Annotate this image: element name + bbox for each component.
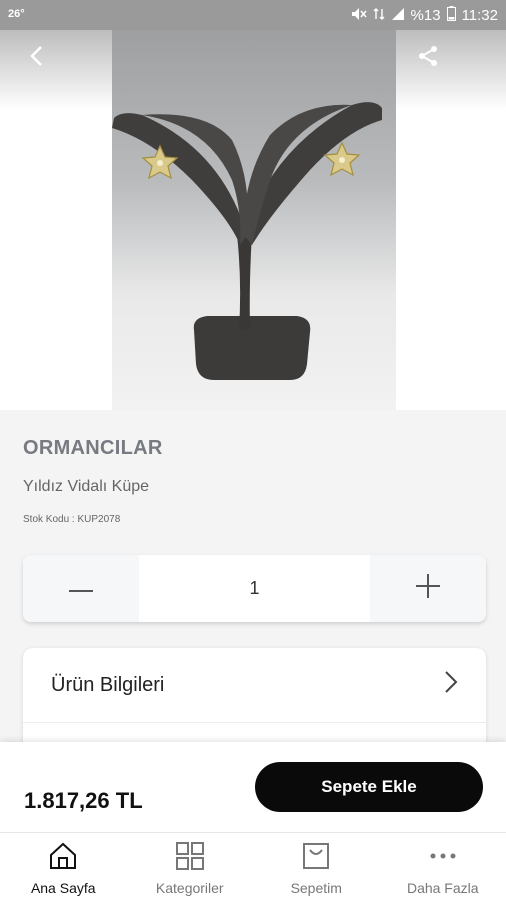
back-button[interactable] — [16, 38, 56, 78]
purchase-bar: 1.817,26 TL Sepete Ekle — [0, 742, 506, 832]
chevron-right-icon — [444, 670, 458, 700]
back-arrow-icon — [29, 45, 43, 72]
grid-icon — [175, 841, 205, 876]
clock: 11:32 — [461, 7, 498, 24]
nav-categories[interactable]: Kategoriler — [127, 833, 254, 900]
share-button[interactable] — [408, 38, 448, 78]
mute-icon — [351, 7, 367, 25]
product-info-card: Ürün Bilgileri — [23, 648, 486, 748]
home-icon — [48, 841, 78, 876]
nav-cart[interactable]: Sepetim — [253, 833, 380, 900]
temperature: 26° — [8, 8, 25, 20]
quantity-stepper: 1 — [23, 555, 486, 622]
nav-categories-label: Kategoriler — [155, 880, 224, 896]
nav-more-label: Daha Fazla — [406, 880, 479, 896]
decrease-button[interactable] — [23, 555, 139, 622]
price: 1.817,26 TL — [24, 788, 143, 813]
product-name: Yıldız Vidalı Küpe — [23, 478, 150, 495]
battery-percent: %13 — [410, 7, 441, 24]
nav-home[interactable]: Ana Sayfa — [0, 833, 127, 900]
battery-icon — [446, 6, 456, 25]
bottom-navigation: Ana Sayfa Kategoriler Sepetim Daha Fazla — [0, 832, 506, 900]
plus-icon — [416, 574, 440, 603]
product-image-area — [0, 30, 506, 410]
increase-button[interactable] — [370, 555, 486, 622]
signal-icon — [391, 7, 405, 24]
product-info-row[interactable]: Ürün Bilgileri — [23, 648, 486, 723]
share-icon — [417, 45, 439, 72]
add-to-cart-button[interactable]: Sepete Ekle — [255, 762, 483, 812]
shopping-bag-icon — [301, 841, 331, 876]
minus-icon — [69, 580, 93, 598]
status-bar: 26° %13 11:32 — [0, 0, 506, 30]
more-dots-icon — [428, 841, 458, 876]
network-icon — [373, 7, 385, 25]
nav-cart-label: Sepetim — [290, 880, 342, 896]
product-info-label: Ürün Bilgileri — [51, 673, 165, 696]
stock-code: Stok Kodu : KUP2078 — [23, 514, 121, 525]
product-photo[interactable] — [112, 30, 396, 410]
brand-name: ORMANCILAR — [23, 437, 163, 459]
nav-more[interactable]: Daha Fazla — [380, 833, 506, 900]
quantity-value[interactable]: 1 — [139, 555, 370, 622]
nav-home-label: Ana Sayfa — [30, 880, 96, 896]
